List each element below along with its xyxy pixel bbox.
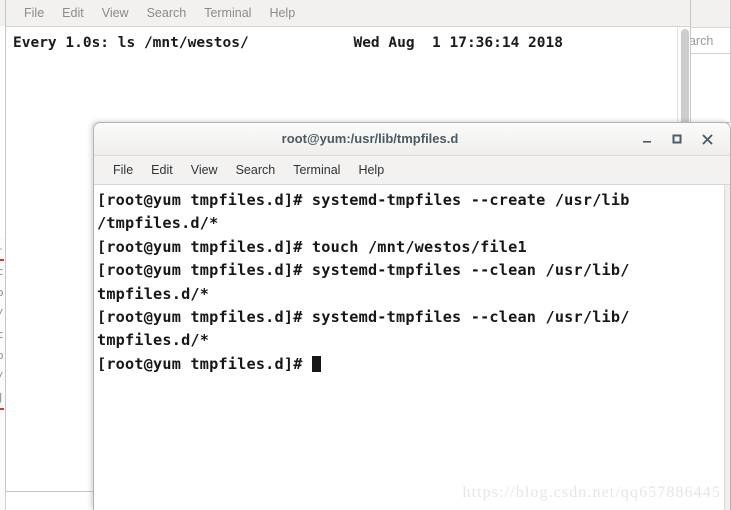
watch-menu-edit[interactable]: Edit	[53, 6, 93, 20]
watch-menu-view[interactable]: View	[93, 6, 138, 20]
terminal-menu-edit[interactable]: Edit	[142, 163, 182, 177]
terminal-line: [root@yum tmpfiles.d]# systemd-tmpfiles …	[97, 261, 630, 280]
terminal-line: [root@yum tmpfiles.d]# systemd-tmpfiles …	[97, 191, 630, 209]
close-icon	[702, 134, 712, 144]
watch-menu-search[interactable]: Search	[138, 6, 196, 20]
background-right-window[interactable]: earch	[690, 0, 731, 123]
terminal-line: [root@yum tmpfiles.d]# touch /mnt/westos…	[97, 237, 527, 256]
watermark-text: https://blog.csdn.net/qq657886445	[462, 484, 721, 501]
terminal-line: /tmpfiles.d/*	[97, 214, 219, 233]
watch-menu-file[interactable]: File	[15, 6, 53, 20]
search-placeholder: earch	[691, 33, 714, 48]
window-controls	[632, 123, 722, 155]
terminal-line: tmpfiles.d/*	[97, 331, 210, 350]
terminal-menubar: File Edit View Search Terminal Help	[94, 156, 730, 185]
terminal-prompt: [root@yum tmpfiles.d]#	[97, 354, 312, 373]
background-right-search-input[interactable]: earch	[691, 28, 730, 54]
watch-menubar: File Edit View Search Terminal Help	[6, 0, 690, 27]
maximize-button[interactable]	[662, 124, 692, 154]
minimize-button[interactable]	[632, 124, 662, 154]
terminal-menu-search[interactable]: Search	[227, 163, 285, 177]
terminal-right-edge	[724, 185, 730, 510]
screen: - c o / c o / ] File Edit View Search Te…	[0, 0, 731, 510]
terminal-line: tmpfiles.d/*	[97, 284, 210, 303]
background-right-content-pane	[691, 54, 730, 122]
terminal-line: [root@yum tmpfiles.d]# systemd-tmpfiles …	[97, 308, 630, 327]
maximize-icon	[672, 134, 682, 144]
terminal-menu-view[interactable]: View	[182, 163, 227, 177]
watch-menu-help[interactable]: Help	[260, 6, 304, 20]
background-right-toolbar	[691, 0, 730, 28]
terminal-cursor	[311, 355, 321, 372]
close-button[interactable]	[692, 124, 722, 154]
minimize-icon	[643, 141, 651, 143]
terminal-titlebar[interactable]: root@yum:/usr/lib/tmpfiles.d	[94, 123, 730, 156]
watch-menu-terminal[interactable]: Terminal	[195, 6, 260, 20]
sliver-red-mark	[0, 408, 4, 410]
terminal-menu-help[interactable]: Help	[349, 163, 393, 177]
terminal-menu-terminal[interactable]: Terminal	[284, 163, 349, 177]
terminal-prompt-line: [root@yum tmpfiles.d]#	[97, 353, 730, 376]
watch-header-line: Every 1.0s: ls /mnt/westos/ Wed Aug 1 17…	[13, 35, 563, 51]
terminal-window[interactable]: root@yum:/usr/lib/tmpfiles.d File Edit V…	[93, 122, 731, 510]
terminal-menu-file[interactable]: File	[104, 163, 142, 177]
terminal-output-area[interactable]: [root@yum tmpfiles.d]# systemd-tmpfiles …	[94, 185, 730, 510]
